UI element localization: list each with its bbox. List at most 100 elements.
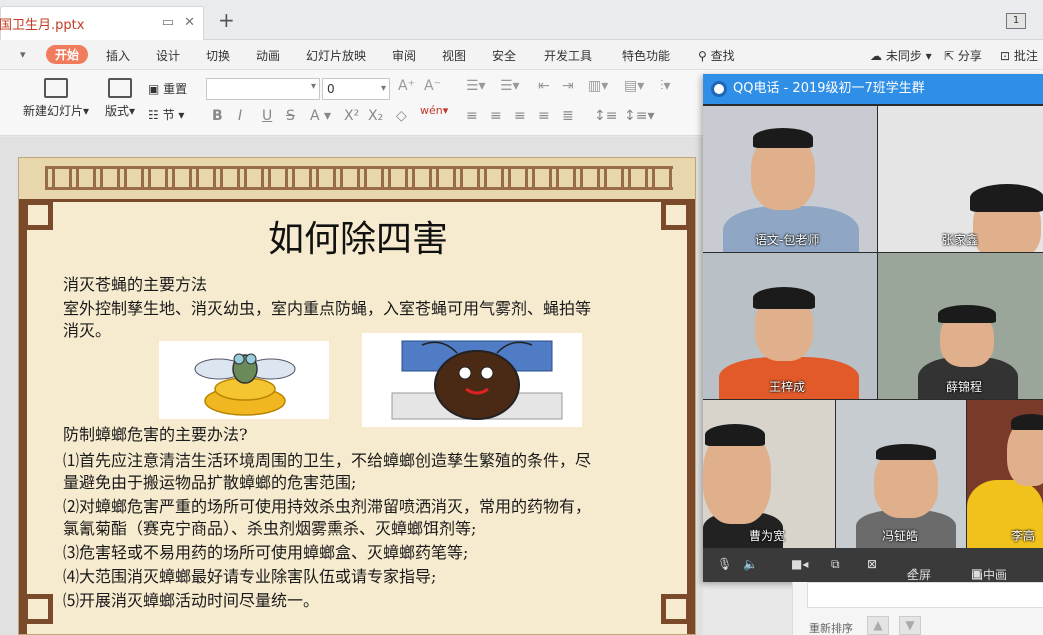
fullscreen-label: 全屏	[907, 568, 932, 582]
increase-indent-icon[interactable]: ⇥	[562, 78, 574, 94]
cockroach-item-line[interactable]: ⑵对蟑螂危害严重的场所可使用持效杀虫剂滞留喷洒消灭，常用的药物有，	[63, 496, 591, 518]
menu-view[interactable]: 视图	[442, 47, 466, 64]
video-tile[interactable]: 曹为宽	[703, 400, 835, 548]
numbered-list-icon[interactable]: ☰▾	[500, 78, 520, 94]
menu-developer[interactable]: 开发工具	[544, 47, 592, 64]
justify-icon[interactable]: ≡	[538, 108, 550, 124]
bullet-list-icon[interactable]: ☰▾	[466, 78, 486, 94]
fly-body-line[interactable]: 消灭。	[63, 320, 111, 342]
new-slide-button[interactable]: 新建幻灯片▾	[20, 78, 92, 119]
distribute-icon[interactable]: ≣	[562, 108, 574, 124]
cockroach-item-line[interactable]: ⑴首先应注意清洁生活环境周围的卫生，不给蟑螂创造孳生繁殖的条件，尽	[63, 450, 591, 472]
menu-features[interactable]: 特色功能	[622, 47, 670, 64]
screen-share-icon[interactable]: ⧉	[831, 557, 840, 572]
slide-workspace: 如何除四害 消灭苍蝇的主要方法 室外控制孳生地、消灭幼虫，室内重点防蝇，入室苍蝇…	[0, 137, 703, 635]
italic-icon[interactable]: I	[238, 108, 242, 124]
slide-frame-left	[19, 202, 27, 634]
video-tile[interactable]: 语文-包老师	[703, 106, 877, 252]
move-down-button[interactable]: ▼	[899, 616, 921, 635]
menu-search[interactable]: ⚲ 查找	[698, 47, 735, 64]
subscript-icon[interactable]: X₂	[368, 108, 383, 124]
close-tab-icon[interactable]: ✕	[184, 15, 195, 30]
menu-insert[interactable]: 插入	[106, 47, 130, 64]
slide-canvas[interactable]: 如何除四害 消灭苍蝇的主要方法 室外控制孳生地、消灭幼虫，室内重点防蝇，入室苍蝇…	[18, 157, 696, 635]
document-tab[interactable]: 国卫生月.pptx ▭ ✕	[0, 6, 204, 40]
layout-icon	[108, 78, 132, 98]
fly-body-line[interactable]: 室外控制孳生地、消灭幼虫，室内重点防蝇，入室苍蝇可用气雾剂、蝇拍等	[63, 298, 591, 320]
menu-collapse-icon[interactable]: ▾	[20, 48, 26, 61]
page-count-badge[interactable]: 1	[1006, 13, 1026, 29]
menu-home[interactable]: 开始	[46, 45, 89, 64]
decrease-indent-icon[interactable]: ⇤	[538, 78, 550, 94]
strikethrough-icon[interactable]: S	[286, 108, 295, 124]
frame-corner	[23, 594, 53, 624]
menu-security[interactable]: 安全	[492, 47, 516, 64]
font-size-select[interactable]: 0 ▾	[322, 78, 390, 100]
video-tile[interactable]: 张家鑫	[878, 106, 1043, 252]
menu-bar: ▾ 开始 插入 设计 切换 动画 幻灯片放映 审阅 视图 安全 开发工具 特色功…	[0, 40, 1043, 70]
section-button[interactable]: ☷ 节 ▾	[148, 106, 184, 123]
cockroach-item-line[interactable]: 氯氰菊酯（赛克宁商品）、杀虫剂烟雾熏杀、灭蟑螂饵剂等;	[63, 518, 476, 540]
slide-title[interactable]: 如何除四害	[19, 210, 695, 262]
cloud-icon: ☁	[870, 49, 882, 63]
paragraph-spacing-icon[interactable]: ↕≡▾	[624, 108, 655, 124]
superscript-icon[interactable]: X²	[344, 108, 359, 124]
decrease-font-icon[interactable]: A⁻	[424, 78, 441, 94]
menu-review[interactable]: 审阅	[392, 47, 416, 64]
convert-icon[interactable]: ▤▾	[624, 78, 644, 94]
video-tile[interactable]: 李高	[967, 400, 1043, 548]
participant-name: 薛锦程	[946, 380, 983, 394]
cockroach-item-line[interactable]: ⑶危害轻或不易用药的场所可使用蟑螂盒、灭蟑螂药笔等;	[63, 542, 468, 564]
cockroach-illustration[interactable]	[362, 333, 582, 427]
menu-slideshow[interactable]: 幻灯片放映	[306, 47, 366, 64]
microphone-icon[interactable]: 🎙	[717, 557, 732, 571]
video-tile[interactable]: 王梓成	[703, 253, 877, 399]
line-spacing-icon[interactable]: ↕≡	[594, 108, 617, 124]
menu-transition[interactable]: 切换	[206, 47, 230, 64]
cockroach-heading[interactable]: 防制蟑螂危害的主要办法?	[63, 424, 248, 446]
sync-status[interactable]: ☁ 未同步 ▾	[870, 47, 932, 64]
fly-heading[interactable]: 消灭苍蝇的主要方法	[63, 274, 207, 296]
new-slide-label: 新建幻灯片	[22, 104, 83, 118]
whiteboard-icon[interactable]: ⊠	[867, 557, 877, 571]
participant-name: 冯钲皓	[882, 529, 919, 543]
search-label: 查找	[710, 49, 735, 63]
cockroach-item-line[interactable]: ⑷大范围消灭蟑螂最好请专业除害队伍或请专家指导;	[63, 566, 436, 588]
comment-button[interactable]: ⊡ 批注	[1000, 47, 1038, 64]
font-name-select[interactable]: ▾	[206, 78, 320, 100]
bold-icon[interactable]: B	[212, 108, 223, 124]
phonetic-icon[interactable]: wén▾	[420, 104, 448, 117]
new-tab-button[interactable]: +	[218, 8, 235, 32]
participant-name: 曹为宽	[749, 529, 786, 543]
video-tile[interactable]: 薛锦程	[878, 253, 1043, 399]
cockroach-item-line[interactable]: ⑸开展消灭蟑螂活动时间尽量统一。	[63, 590, 319, 612]
video-tile[interactable]: 冯钲皓	[836, 400, 966, 548]
resort-label[interactable]: 重新排序	[809, 620, 853, 635]
align-right-icon[interactable]: ≡	[514, 108, 526, 124]
move-up-button[interactable]: ▲	[867, 616, 889, 635]
qq-call-window[interactable]: QQ电话 - 2019级初一7班学生群 语文-包老师 张家鑫 王梓成 薛锦程 曹…	[703, 74, 1043, 582]
float-window-icon[interactable]: ▭	[162, 15, 174, 30]
increase-font-icon[interactable]: A⁺	[398, 78, 415, 94]
speaker-icon[interactable]: 🔈	[743, 557, 758, 571]
underline-icon[interactable]: U	[262, 108, 272, 124]
fly-illustration[interactable]	[159, 341, 329, 419]
menu-design[interactable]: 设计	[156, 47, 180, 64]
text-direction-icon[interactable]: ⫶▾	[660, 78, 671, 94]
layout-button[interactable]: 版式▾	[100, 78, 140, 119]
reset-button[interactable]: ▣ 重置	[148, 80, 187, 97]
align-left-icon[interactable]: ≡	[466, 108, 478, 124]
cockroach-item-line[interactable]: 量避免由于搬运物品扩散蟑螂的危害范围;	[63, 472, 356, 494]
chevron-down-icon: ▾	[310, 81, 316, 92]
columns-icon[interactable]: ▥▾	[588, 78, 608, 94]
align-center-icon[interactable]: ≡	[490, 108, 502, 124]
qq-title-bar[interactable]: QQ电话 - 2019级初一7班学生群	[703, 74, 1043, 104]
share-label: 分享	[957, 49, 982, 63]
eraser-icon[interactable]: ◇	[396, 108, 407, 124]
chat-input[interactable]	[807, 582, 1043, 608]
reset-icon: ▣	[148, 82, 160, 96]
share-button[interactable]: ⇱ 分享	[944, 47, 982, 64]
camera-icon[interactable]: ■◂	[791, 557, 808, 571]
text-shadow-icon[interactable]: A ▾	[310, 108, 331, 124]
menu-animation[interactable]: 动画	[256, 47, 280, 64]
